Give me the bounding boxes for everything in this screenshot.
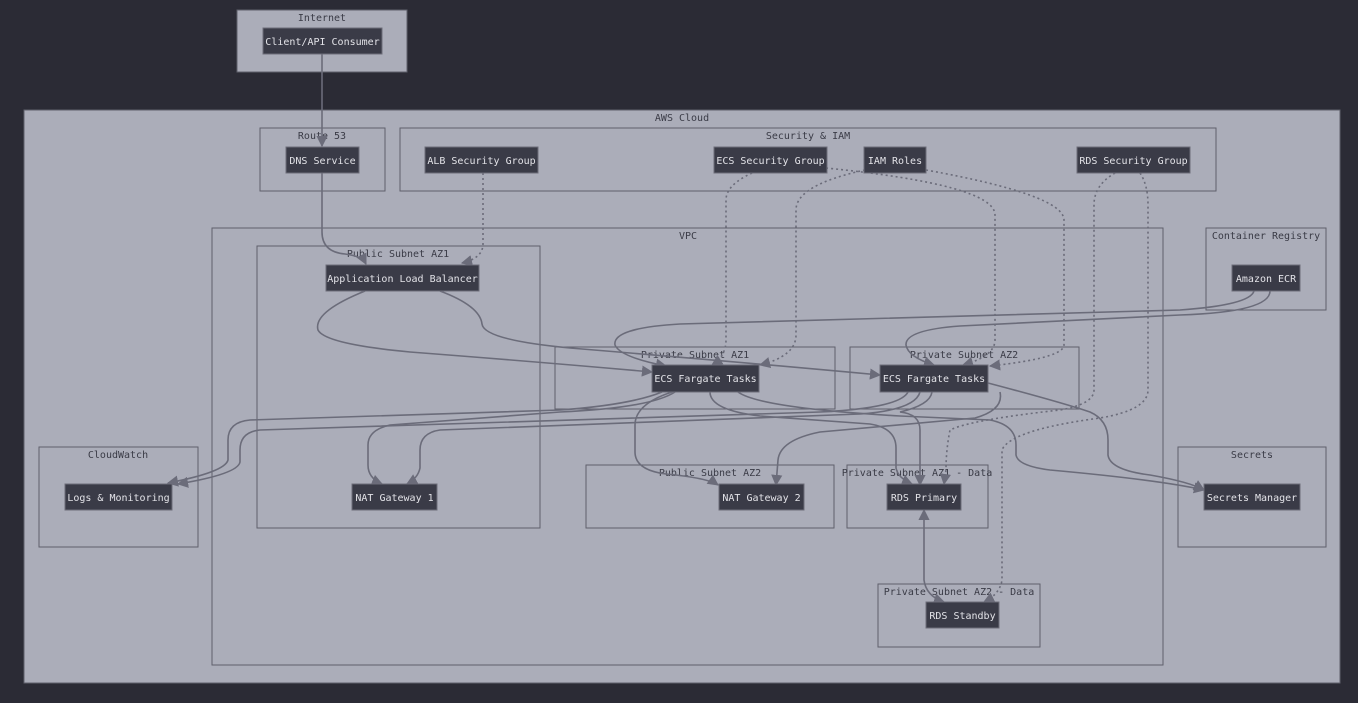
node-nat2-label: NAT Gateway 2 xyxy=(722,493,800,504)
node-logs[interactable]: Logs & Monitoring xyxy=(64,483,173,511)
node-secrets-manager[interactable]: Secrets Manager xyxy=(1203,483,1301,511)
cluster-private-subnet-az2-label: Private Subnet AZ2 xyxy=(910,350,1018,361)
cluster-public-subnet-az2-label: Public Subnet AZ2 xyxy=(659,468,761,479)
node-ecr-label: Amazon ECR xyxy=(1236,274,1297,285)
node-rds-standby[interactable]: RDS Standby xyxy=(925,601,1000,629)
node-rds-standby-label: RDS Standby xyxy=(929,611,995,622)
node-client[interactable]: Client/API Consumer xyxy=(262,27,383,55)
cluster-public-subnet-az1-label: Public Subnet AZ1 xyxy=(347,249,449,260)
node-client-label: Client/API Consumer xyxy=(265,37,379,48)
node-alb[interactable]: Application Load Balancer xyxy=(325,264,480,292)
node-alb-label: Application Load Balancer xyxy=(327,274,478,285)
node-ecs-az2[interactable]: ECS Fargate Tasks xyxy=(879,364,989,393)
node-nat1-label: NAT Gateway 1 xyxy=(355,493,433,504)
architecture-diagram: Internet AWS Cloud Route 53 Security & I… xyxy=(23,9,1341,684)
cluster-private-subnet-az1-data-label: Private Subnet AZ1 - Data xyxy=(842,468,993,479)
node-rds-primary[interactable]: RDS Primary xyxy=(886,483,962,511)
node-dns[interactable]: DNS Service xyxy=(285,146,360,174)
node-rds-primary-label: RDS Primary xyxy=(891,493,957,504)
cluster-cloudwatch-label: CloudWatch xyxy=(88,450,148,461)
cluster-private-subnet-az2-data-label: Private Subnet AZ2 - Data xyxy=(884,587,1035,598)
node-iam-roles[interactable]: IAM Roles xyxy=(863,146,927,174)
node-ecr[interactable]: Amazon ECR xyxy=(1231,264,1301,292)
cluster-container-registry-label: Container Registry xyxy=(1212,231,1320,242)
node-nat1[interactable]: NAT Gateway 1 xyxy=(351,483,438,511)
node-ecs-sg[interactable]: ECS Security Group xyxy=(713,146,828,174)
cluster-vpc-label: VPC xyxy=(679,231,697,242)
cluster-internet-label: Internet xyxy=(298,13,346,24)
node-rds-sg[interactable]: RDS Security Group xyxy=(1076,146,1191,174)
cluster-aws-cloud-label: AWS Cloud xyxy=(655,113,709,124)
cluster-aws-cloud: AWS Cloud xyxy=(23,109,1341,684)
node-nat2[interactable]: NAT Gateway 2 xyxy=(718,483,805,511)
node-ecs-az1-label: ECS Fargate Tasks xyxy=(654,374,756,385)
node-iam-roles-label: IAM Roles xyxy=(868,156,922,167)
cluster-secrets-label: Secrets xyxy=(1231,450,1273,461)
node-alb-sg[interactable]: ALB Security Group xyxy=(424,146,539,174)
cluster-security-iam-label: Security & IAM xyxy=(766,131,850,142)
node-rds-sg-label: RDS Security Group xyxy=(1079,156,1187,167)
node-ecs-sg-label: ECS Security Group xyxy=(716,156,824,167)
node-ecs-az2-label: ECS Fargate Tasks xyxy=(883,374,985,385)
node-dns-label: DNS Service xyxy=(289,156,355,167)
node-secrets-manager-label: Secrets Manager xyxy=(1207,493,1297,504)
node-alb-sg-label: ALB Security Group xyxy=(427,156,535,167)
node-ecs-az1[interactable]: ECS Fargate Tasks xyxy=(651,364,760,393)
node-logs-label: Logs & Monitoring xyxy=(67,493,169,504)
